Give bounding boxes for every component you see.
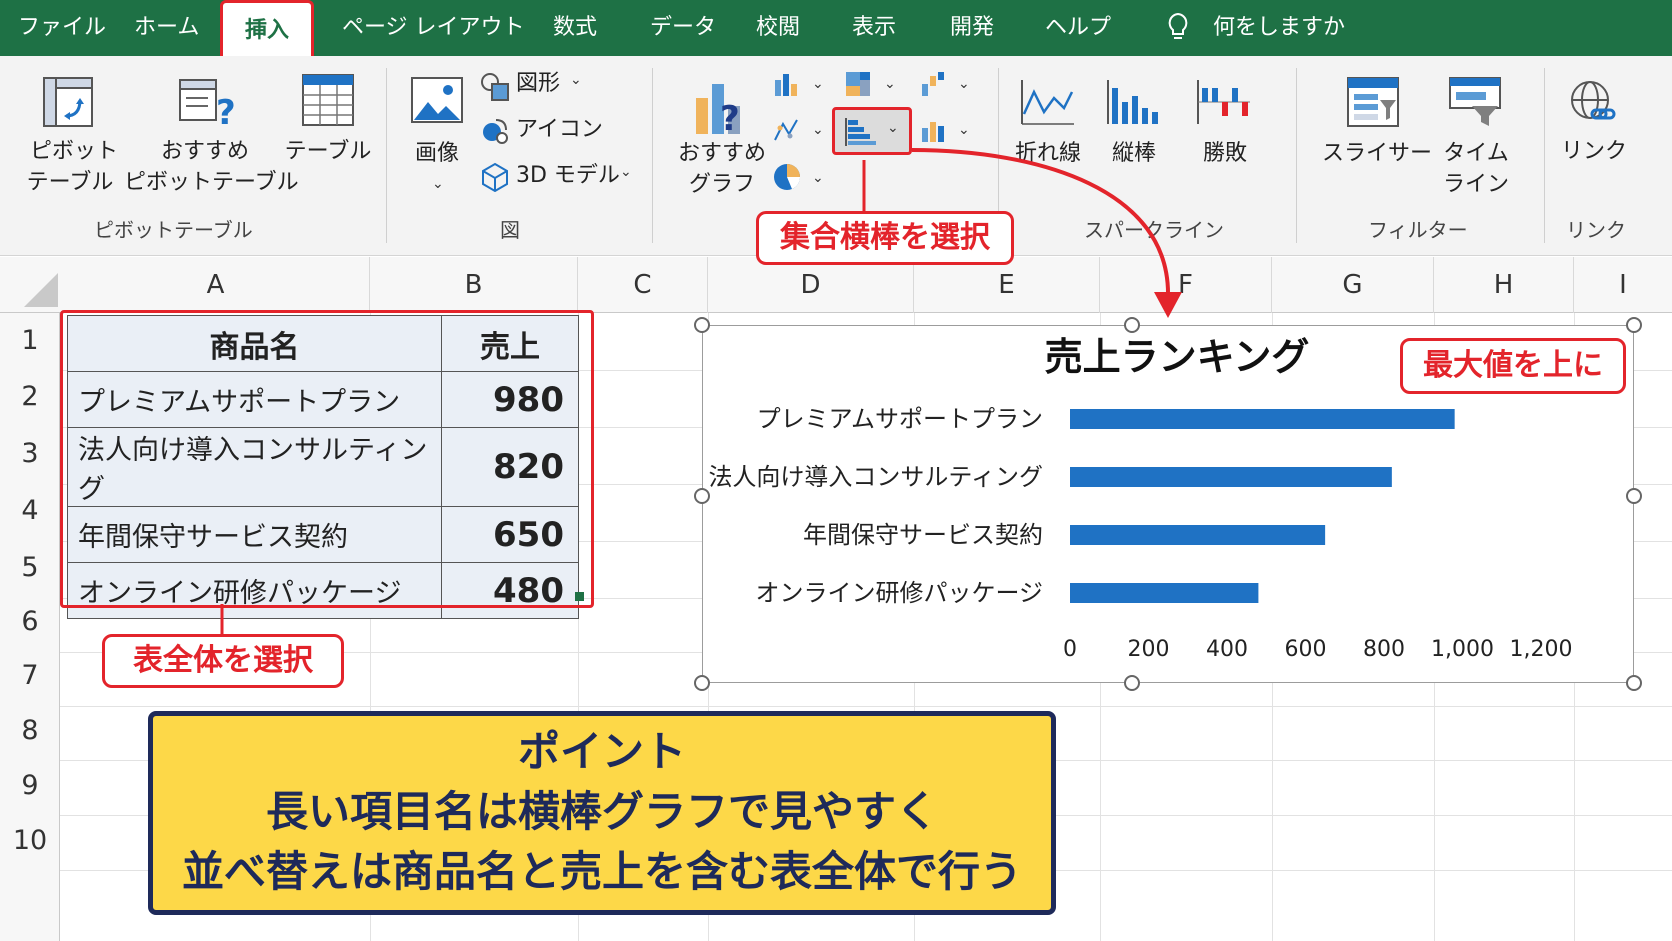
point-line-2: 並べ替えは商品名と売上を含む表全体で行う <box>181 847 1022 896</box>
chart-x-tick-label: 400 <box>1206 637 1248 662</box>
chart-x-tick-label: 200 <box>1128 637 1170 662</box>
chart-x-tick-label: 800 <box>1363 637 1405 662</box>
chart-resize-handle[interactable] <box>694 317 710 333</box>
chart-resize-handle[interactable] <box>1124 675 1140 691</box>
chart-resize-handle[interactable] <box>1626 488 1642 504</box>
arrow-head-icon <box>1154 292 1182 318</box>
chart-category-label: 法人向け導入コンサルティング <box>708 463 1043 491</box>
chart-x-tick-label: 1,200 <box>1510 637 1573 662</box>
point-title: ポイント <box>517 727 686 776</box>
curved-arrow-line <box>911 148 1171 297</box>
chart-resize-handle[interactable] <box>1124 317 1140 333</box>
point-line-1: 長い項目名は横棒グラフで見やすく <box>265 787 938 836</box>
chart-bar <box>1070 525 1326 545</box>
chart-resize-handle[interactable] <box>694 675 710 691</box>
callout-max-top: 最大値を上に <box>1400 338 1626 394</box>
chart-x-tick-label: 600 <box>1285 637 1327 662</box>
chart-title: 売上ランキング <box>1045 335 1310 379</box>
chart-bar <box>1070 583 1259 603</box>
chart-category-label: オンライン研修パッケージ <box>755 579 1043 607</box>
chart-bar <box>1070 409 1455 429</box>
chart-resize-handle[interactable] <box>1626 675 1642 691</box>
chart-category-label: プレミアムサポートプラン <box>757 405 1043 433</box>
chart-x-tick-label: 0 <box>1063 637 1077 662</box>
chart-category-label: 年間保守サービス契約 <box>803 521 1043 549</box>
chart-x-tick-label: 1,000 <box>1431 637 1494 662</box>
point-box: ポイント 長い項目名は横棒グラフで見やすく 並べ替えは商品名と売上を含む表全体で… <box>148 711 1056 915</box>
chart-bar <box>1070 467 1392 487</box>
chart-resize-handle[interactable] <box>694 488 710 504</box>
chart-resize-handle[interactable] <box>1626 317 1642 333</box>
